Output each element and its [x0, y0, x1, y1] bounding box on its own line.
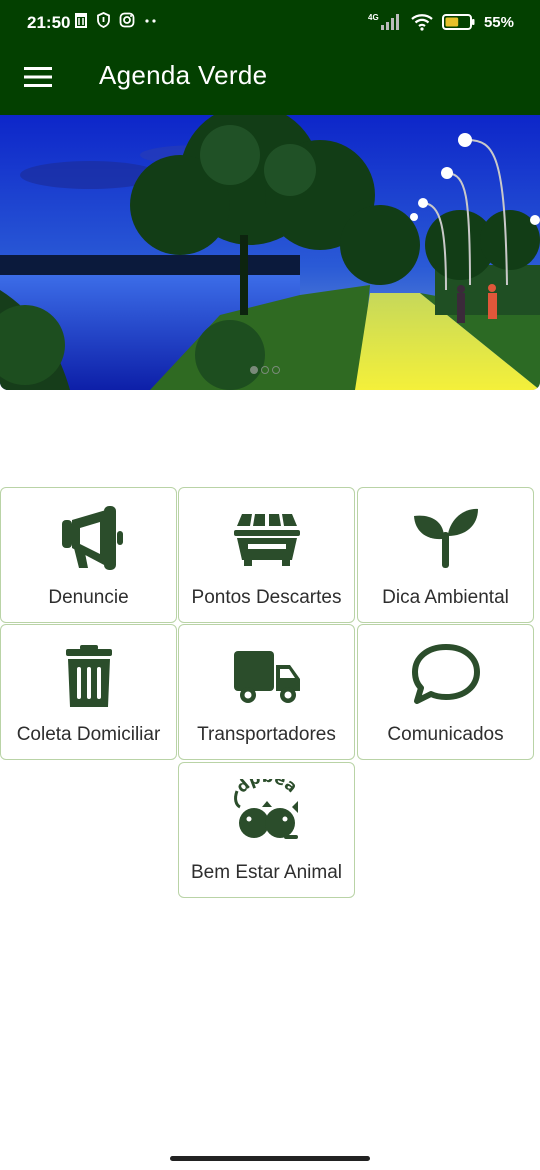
tile-denuncie[interactable]: Denuncie [0, 487, 177, 623]
trash-notification-icon [75, 13, 87, 28]
system-icons: 4G 55% [368, 12, 514, 32]
carousel-dot[interactable] [250, 366, 258, 374]
status-bar: 21:50 4G 55% [0, 0, 540, 46]
carousel-indicator[interactable] [250, 366, 280, 374]
hamburger-menu-icon[interactable] [24, 66, 52, 88]
truck-icon [233, 651, 300, 703]
gesture-home-bar[interactable] [170, 1156, 370, 1161]
dpbea-logo-icon: dpbea [232, 779, 301, 839]
dpbea-logo-text: dpbea [232, 779, 301, 797]
tile-coleta-domiciliar[interactable]: Coleta Domiciliar [0, 624, 177, 760]
wifi-icon [411, 14, 433, 31]
network-label: 4G [368, 13, 379, 22]
banner-carousel[interactable] [0, 115, 540, 390]
banner-image [0, 115, 540, 390]
carousel-dot[interactable] [261, 366, 269, 374]
tile-bem-estar-animal[interactable]: dpbea Bem Estar Animal [178, 762, 355, 898]
notification-icons [74, 12, 159, 28]
svg-text:dpbea: dpbea [232, 779, 301, 797]
app-bar: 21:50 4G 55% Agenda Verde [0, 0, 540, 115]
carousel-dot[interactable] [272, 366, 280, 374]
tile-transportadores[interactable]: Transportadores [178, 624, 355, 760]
tile-dica-ambiental[interactable]: Dica Ambiental [357, 487, 534, 623]
tile-label: Dica Ambiental [382, 587, 509, 608]
tile-label: Comunicados [387, 724, 504, 745]
megaphone-icon [61, 506, 123, 570]
shield-notification-icon [97, 12, 110, 28]
instagram-notification-icon [119, 12, 135, 28]
trash-can-icon [65, 645, 112, 707]
tile-label: Denuncie [48, 587, 129, 608]
tile-pontos-descartes[interactable]: Pontos Descartes [178, 487, 355, 623]
dumpster-icon [233, 514, 300, 566]
app-title: Agenda Verde [99, 60, 268, 90]
battery-icon [441, 14, 475, 30]
status-time: 21:50 [27, 13, 71, 32]
tile-comunicados[interactable]: Comunicados [357, 624, 534, 760]
more-notifications-icon [145, 19, 156, 23]
tile-label: Pontos Descartes [191, 587, 342, 608]
tile-label: Bem Estar Animal [191, 862, 342, 883]
tile-label: Transportadores [197, 724, 336, 745]
speech-bubble-icon [411, 644, 480, 704]
signal-4g-icon: 4G [368, 13, 399, 30]
battery-percent: 55% [483, 13, 514, 31]
tile-label: Coleta Domiciliar [16, 724, 161, 745]
seedling-icon [413, 508, 478, 568]
